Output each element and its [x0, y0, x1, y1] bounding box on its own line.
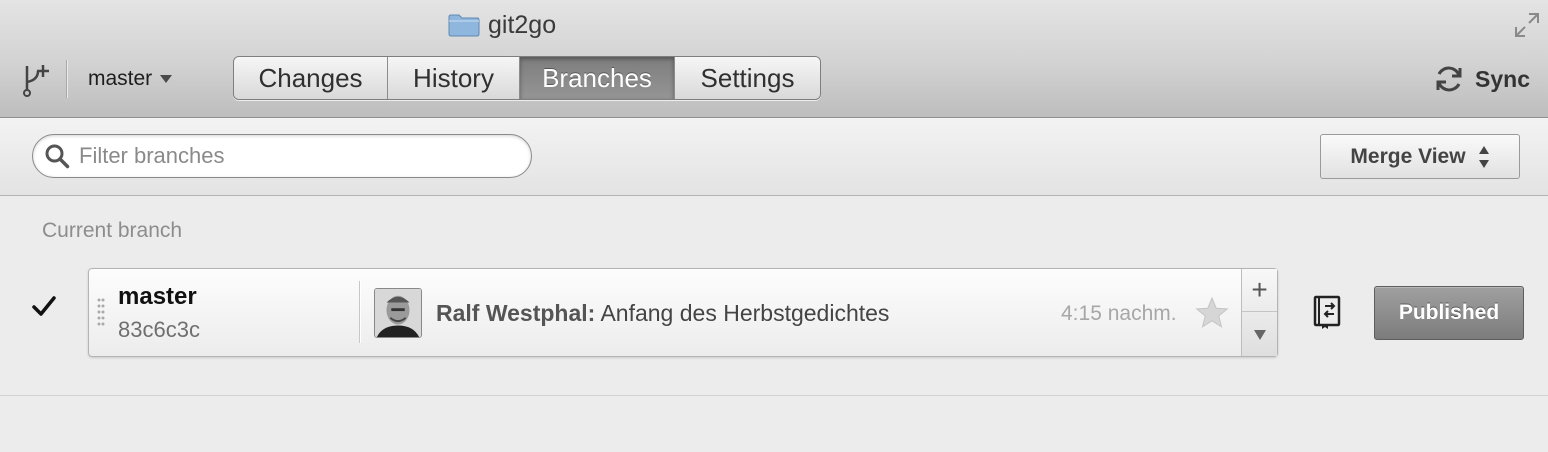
commit-message: Anfang des Herbstgedichtes: [600, 300, 890, 326]
sync-label: Sync: [1475, 65, 1530, 92]
merge-view-button[interactable]: Merge View: [1320, 134, 1520, 179]
toolbar-divider: [66, 60, 67, 98]
chevron-down-icon: [1253, 329, 1266, 340]
tab-branches[interactable]: Branches: [520, 57, 675, 99]
chevron-down-icon: [160, 75, 173, 83]
branch-selector-label: master: [88, 67, 153, 90]
tab-history[interactable]: History: [388, 57, 520, 99]
window-title: git2go: [448, 10, 556, 40]
up-down-arrows-icon: [1478, 145, 1489, 168]
section-heading: Current branch: [42, 219, 183, 242]
drag-handle-icon[interactable]: [96, 297, 106, 327]
folder-icon: [448, 14, 480, 37]
published-button[interactable]: Published: [1374, 286, 1524, 340]
toolbar: git2go master Changes History Branches S…: [0, 0, 1548, 118]
expand-button[interactable]: [1242, 313, 1277, 356]
branch-tool-icon[interactable]: [18, 62, 52, 98]
fullscreen-icon[interactable]: [1512, 10, 1542, 40]
star-icon[interactable]: [1195, 296, 1229, 330]
branch-name: master: [118, 283, 197, 310]
filter-bar: Merge View: [0, 118, 1548, 196]
window-title-text: git2go: [488, 10, 557, 39]
sync-icon: [1436, 66, 1462, 92]
commit-summary: Ralf Westphal: Anfang des Herbstgedichte…: [436, 300, 889, 327]
add-button[interactable]: +: [1242, 269, 1277, 312]
tab-changes[interactable]: Changes: [234, 57, 388, 99]
tab-settings[interactable]: Settings: [675, 57, 820, 99]
view-tabs: Changes History Branches Settings: [233, 56, 821, 100]
branch-card[interactable]: master 83c6c3c Ralf Westphal: Anfang des…: [88, 268, 1278, 357]
filter-field[interactable]: [32, 134, 532, 178]
author-avatar: [374, 288, 422, 338]
content-divider: [0, 395, 1548, 396]
branch-selector[interactable]: master: [88, 64, 173, 94]
card-side-controls: +: [1241, 269, 1277, 356]
compare-icon[interactable]: [1312, 294, 1344, 330]
card-divider: [359, 281, 360, 343]
commit-time: 4:15 nachm.: [1061, 302, 1177, 325]
search-icon: [45, 144, 70, 169]
commit-author: Ralf Westphal:: [436, 300, 596, 326]
sync-button[interactable]: Sync: [1433, 62, 1530, 96]
merge-view-label: Merge View: [1350, 144, 1466, 168]
branches-content: Current branch master 83c6c3c Ralf Westp…: [0, 197, 1548, 452]
checkmark-icon: [32, 296, 56, 316]
filter-branches-input[interactable]: [79, 143, 499, 169]
branch-sha: 83c6c3c: [118, 317, 200, 342]
published-label: Published: [1398, 301, 1500, 324]
